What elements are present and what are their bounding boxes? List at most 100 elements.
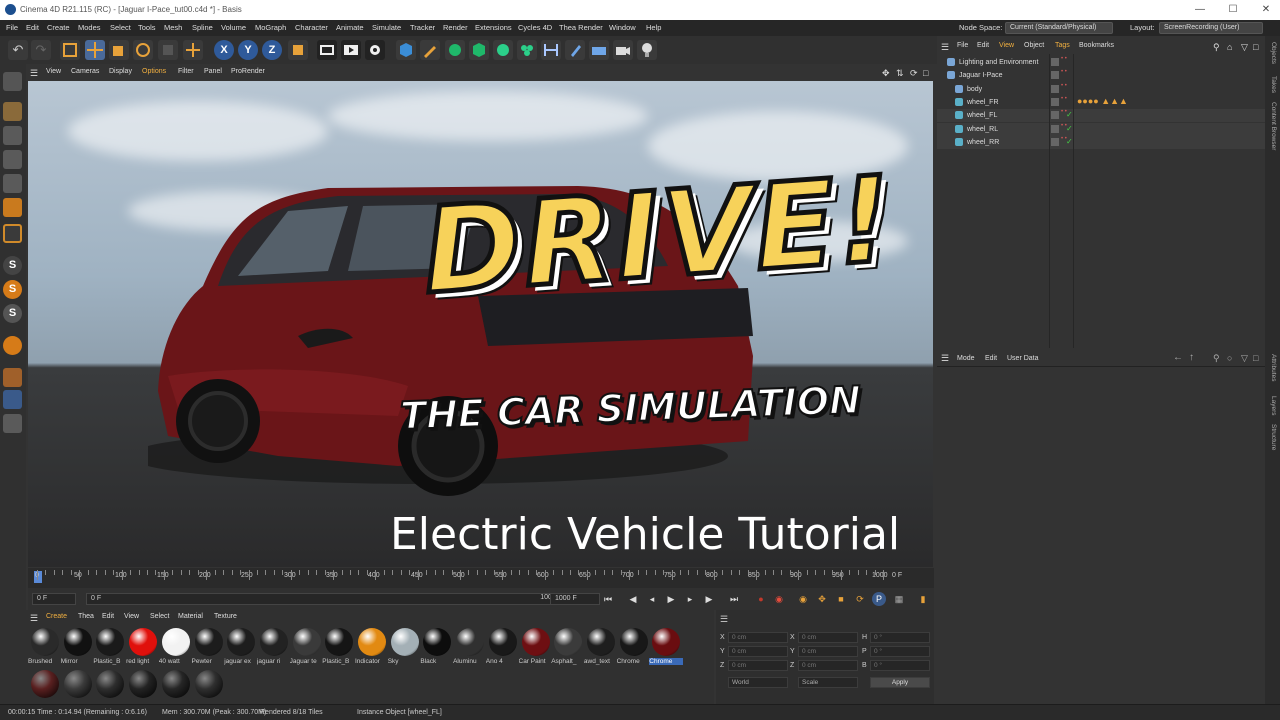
- viewport-menu-cameras[interactable]: Cameras: [71, 68, 99, 75]
- render-dots-icon[interactable]: • •: [1061, 69, 1067, 75]
- render-settings-icon[interactable]: [365, 40, 385, 60]
- material-swatch[interactable]: Black: [420, 628, 454, 672]
- object-menu-edit[interactable]: Edit: [977, 42, 989, 49]
- cube-object-icon[interactable]: [396, 40, 416, 60]
- camera-icon[interactable]: [613, 40, 633, 60]
- viewport-menu-panel[interactable]: Panel: [204, 68, 222, 75]
- viewport-menu-display[interactable]: Display: [109, 68, 132, 75]
- object-filter-icon[interactable]: ▽: [1241, 42, 1248, 53]
- solo-icon[interactable]: [3, 390, 22, 409]
- quantize-icon[interactable]: S: [3, 304, 22, 323]
- key-position-icon[interactable]: ✥: [815, 592, 829, 606]
- material-swatch[interactable]: awd_text: [584, 628, 618, 672]
- snap-icon[interactable]: S: [3, 256, 22, 275]
- keyframe-selection-icon[interactable]: ◉: [796, 592, 810, 606]
- render-to-picture-viewer-icon[interactable]: [341, 40, 361, 60]
- material-swatch[interactable]: Jaguar te: [290, 628, 324, 672]
- menu-extensions[interactable]: Extensions: [475, 23, 512, 32]
- material-swatch[interactable]: Asphalt_: [551, 628, 585, 672]
- menu-simulate[interactable]: Simulate: [372, 23, 401, 32]
- back-arrow-icon[interactable]: ←: [1173, 352, 1183, 363]
- viewport-menu-icon[interactable]: ☰: [30, 68, 38, 79]
- move-view-icon[interactable]: ✥: [882, 68, 890, 79]
- menu-cycles4d[interactable]: Cycles 4D: [518, 23, 552, 32]
- tab-takes[interactable]: Takes: [1270, 76, 1277, 93]
- tab-content-browser[interactable]: Content Browser: [1270, 102, 1277, 150]
- menu-select[interactable]: Select: [110, 23, 131, 32]
- world-axis-icon[interactable]: [183, 40, 203, 60]
- menu-thea-render[interactable]: Thea Render: [559, 23, 603, 32]
- attribute-menu-mode[interactable]: Mode: [957, 355, 975, 362]
- object-row[interactable]: wheel_FR • • ●●●● ▲▲▲: [937, 96, 1265, 109]
- menu-render[interactable]: Render: [443, 23, 468, 32]
- polygons-mode-icon[interactable]: [3, 224, 22, 243]
- move-tool-icon[interactable]: [85, 40, 105, 60]
- cloner-icon[interactable]: [469, 40, 489, 60]
- workplane-icon[interactable]: [3, 150, 22, 169]
- pos-x-field[interactable]: 0 cm: [728, 632, 788, 643]
- menu-edit[interactable]: Edit: [26, 23, 39, 32]
- menu-mograph[interactable]: MoGraph: [255, 23, 286, 32]
- menu-character[interactable]: Character: [295, 23, 328, 32]
- object-home-icon[interactable]: ⌂: [1227, 42, 1232, 52]
- attribute-menu-user-data[interactable]: User Data: [1007, 355, 1039, 362]
- menu-file[interactable]: File: [6, 23, 18, 32]
- redo-icon[interactable]: ↷: [31, 40, 51, 60]
- menu-help[interactable]: Help: [646, 23, 661, 32]
- attribute-new-window-icon[interactable]: □: [1253, 353, 1258, 363]
- x-axis-lock-icon[interactable]: X: [214, 40, 234, 60]
- tab-structure[interactable]: Structure: [1270, 424, 1277, 450]
- viewport-menu-options[interactable]: Options: [142, 68, 166, 75]
- menu-create[interactable]: Create: [47, 23, 70, 32]
- undo-icon[interactable]: ↶: [8, 40, 28, 60]
- light-icon[interactable]: [637, 40, 657, 60]
- next-frame-icon[interactable]: ▸: [683, 592, 697, 606]
- rotate-view-icon[interactable]: ⟳: [910, 68, 918, 79]
- pen-spline-icon[interactable]: [420, 40, 440, 60]
- menu-modes[interactable]: Modes: [78, 23, 101, 32]
- next-key-icon[interactable]: ▶: [702, 592, 716, 606]
- go-to-start-icon[interactable]: ⏮: [601, 592, 615, 606]
- size-z-field[interactable]: 0 cm: [798, 660, 858, 671]
- size-x-field[interactable]: 0 cm: [798, 632, 858, 643]
- material-swatch[interactable]: jaguar ex: [224, 628, 258, 672]
- start-frame-field[interactable]: 0 F: [32, 593, 76, 605]
- tag-icons[interactable]: ●●●● ▲▲▲: [1077, 96, 1128, 106]
- material-menu-material[interactable]: Material: [178, 613, 203, 620]
- key-pla-icon[interactable]: ▦: [892, 592, 906, 606]
- attribute-lock-icon[interactable]: ○: [1227, 353, 1232, 363]
- visibility-toggle-icon[interactable]: [1051, 97, 1059, 106]
- material-swatch[interactable]: Mirror: [61, 628, 95, 672]
- size-y-field[interactable]: 0 cm: [798, 646, 858, 657]
- axis-mode-icon[interactable]: [3, 368, 22, 387]
- coordinates-menu-icon[interactable]: ☰: [720, 614, 728, 625]
- key-scale-icon[interactable]: ■: [834, 592, 848, 606]
- object-menu-view[interactable]: View: [999, 42, 1014, 49]
- material-menu-edit[interactable]: Edit: [102, 613, 114, 620]
- object-row[interactable]: Jaguar I-Pace • •: [937, 69, 1265, 82]
- material-swatch[interactable]: Pewter: [192, 628, 226, 672]
- object-row[interactable]: wheel_RL • • ✓: [937, 122, 1265, 136]
- material-swatch[interactable]: Chrome: [617, 628, 651, 672]
- scheme-icon[interactable]: ▮: [916, 592, 930, 606]
- material-menu-icon[interactable]: ☰: [30, 613, 38, 624]
- edges-mode-icon[interactable]: [3, 198, 22, 217]
- enabled-check-icon[interactable]: ✓: [1066, 124, 1073, 133]
- viewport-menu-view[interactable]: View: [46, 68, 61, 75]
- rot-b-field[interactable]: 0 °: [870, 660, 930, 671]
- maximize-button[interactable]: ☐: [1223, 3, 1243, 17]
- material-swatch[interactable]: Sky: [388, 628, 422, 672]
- visibility-toggle-icon[interactable]: [1051, 58, 1059, 66]
- visibility-toggle-icon[interactable]: [1051, 137, 1059, 146]
- attribute-menu-icon[interactable]: ☰: [941, 353, 949, 364]
- menu-volume[interactable]: Volume: [221, 23, 246, 32]
- menu-tools[interactable]: Tools: [138, 23, 156, 32]
- end-frame-field[interactable]: 1000 F: [550, 593, 600, 605]
- field-icon[interactable]: [541, 40, 561, 60]
- autokey-icon[interactable]: ◉: [772, 592, 786, 606]
- object-menu-icon[interactable]: ☰: [941, 42, 949, 53]
- floor-icon[interactable]: [589, 40, 609, 60]
- node-space-dropdown[interactable]: Current (Standard/Physical): [1005, 22, 1113, 34]
- attribute-search-icon[interactable]: ⚲: [1213, 353, 1220, 364]
- preview-range-slider[interactable]: 0 F: [86, 593, 566, 605]
